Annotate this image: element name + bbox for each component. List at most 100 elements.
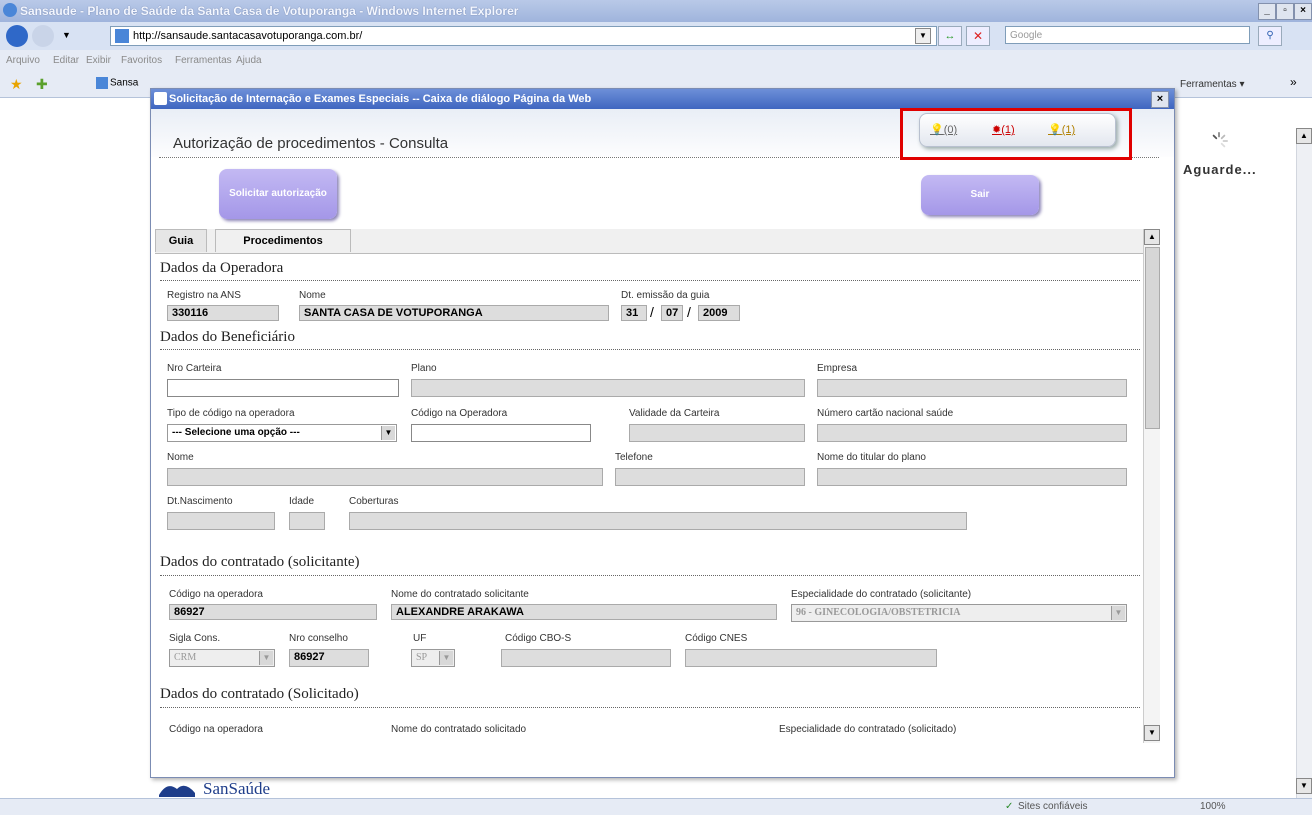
form-scrollbar[interactable]: ▲ ▼ [1143, 229, 1160, 743]
chevron-down-icon: ▼ [439, 651, 453, 665]
maximize-button[interactable]: ▫ [1276, 3, 1294, 20]
nome-operadora-field[interactable]: SANTA CASA DE VOTUPORANGA [299, 305, 609, 321]
codigo-solicitante-field[interactable]: 86927 [169, 604, 377, 620]
divider [160, 707, 1140, 708]
coberturas-label: Coberturas [349, 496, 399, 507]
menu-arquivo[interactable]: Arquivo [6, 55, 40, 66]
status-bar: ✓ Sites confiáveis 100% [0, 798, 1312, 815]
history-dropdown-icon[interactable]: ▼ [62, 30, 71, 40]
registro-label: Registro na ANS [167, 290, 241, 301]
empresa-field[interactable] [817, 379, 1127, 397]
page-icon [96, 77, 108, 89]
zoom-level[interactable]: 100% [1200, 801, 1226, 812]
chevron-right-icon[interactable]: » [1290, 75, 1297, 89]
menu-favoritos[interactable]: Favoritos [121, 55, 162, 66]
menu-ajuda[interactable]: Ajuda [236, 55, 262, 66]
nascimento-label: Dt.Nascimento [167, 496, 233, 507]
telefone-field[interactable] [615, 468, 805, 486]
menu-ferramentas[interactable]: Ferramentas [175, 55, 232, 66]
page-icon [115, 29, 129, 43]
tipo-codigo-label: Tipo de código na operadora [167, 408, 295, 419]
stop-icon[interactable]: ✕ [966, 26, 990, 46]
menu-editar[interactable]: Editar [53, 55, 79, 66]
tab-guia[interactable]: Guia [155, 229, 207, 252]
form-panel: Dados da Operadora Registro na ANS 33011… [155, 254, 1143, 744]
page-icon [154, 92, 167, 105]
ie-logo-icon [3, 3, 17, 17]
forward-button[interactable] [32, 25, 54, 47]
section-operadora: Dados da Operadora [160, 260, 284, 276]
scroll-down-icon[interactable]: ▼ [1296, 778, 1312, 794]
validade-label: Validade da Carteira [629, 408, 720, 419]
scroll-thumb[interactable] [1145, 247, 1160, 429]
waiting-text: Aguarde... [1183, 162, 1257, 177]
sigla-select[interactable]: CRM ▼ [169, 649, 275, 667]
search-input[interactable]: Google [1005, 26, 1250, 44]
codigo-operadora-field[interactable] [411, 424, 591, 442]
sigla-label: Sigla Cons. [169, 633, 221, 644]
cartao-field[interactable] [817, 424, 1127, 442]
exit-button[interactable]: Sair [921, 175, 1039, 215]
cbo-field[interactable] [501, 649, 671, 667]
chevron-down-icon: ▼ [1111, 606, 1125, 620]
refresh-icon[interactable]: ↔ [938, 26, 962, 46]
trusted-sites-label: Sites confiáveis [1018, 801, 1088, 812]
menu-exibir[interactable]: Exibir [86, 55, 111, 66]
address-bar[interactable]: http://sansaude.santacasavotuporanga.com… [110, 26, 937, 46]
scroll-up-icon[interactable]: ▲ [1144, 229, 1160, 245]
telefone-label: Telefone [615, 452, 653, 463]
trusted-check-icon: ✓ [1005, 801, 1014, 812]
close-button[interactable]: × [1294, 3, 1312, 20]
request-authorization-button[interactable]: Solicitar autorização [219, 169, 337, 219]
uf-select[interactable]: SP ▼ [411, 649, 455, 667]
search-icon[interactable]: ⚲ [1258, 26, 1282, 46]
add-favorites-icon[interactable]: ✚ [36, 76, 48, 93]
page-scrollbar[interactable] [1296, 128, 1312, 798]
especialidade-solicitante-label: Especialidade do contratado (solicitante… [791, 589, 972, 600]
emissao-month-field[interactable]: 07 [661, 305, 683, 321]
divider [160, 280, 1140, 281]
highlight-box [900, 108, 1132, 160]
scroll-down-icon[interactable]: ▼ [1144, 725, 1160, 741]
nome-solicitante-label: Nome do contratado solicitante [391, 589, 529, 600]
carteira-label: Nro Carteira [167, 363, 222, 374]
tab-procedimentos[interactable]: Procedimentos [215, 229, 351, 252]
especialidade-solicitante-select[interactable]: 96 - GINECOLOGIA/OBSTETRICIA ▼ [791, 604, 1127, 622]
favorites-star-icon[interactable]: ★ [10, 76, 23, 93]
nome-solicitante-field[interactable]: ALEXANDRE ARAKAWA [391, 604, 777, 620]
section-solicitante: Dados do contratado (solicitante) [160, 554, 360, 570]
cnes-field[interactable] [685, 649, 937, 667]
scroll-up-icon[interactable]: ▲ [1296, 128, 1312, 144]
sansaude-logo-icon [159, 785, 195, 797]
fav-tab[interactable]: Sansa [96, 77, 138, 89]
page-title: Autorização de procedimentos - Consulta [173, 135, 449, 152]
validade-field[interactable] [629, 424, 805, 442]
browser-titlebar: Sansaude - Plano de Saúde da Santa Casa … [0, 0, 1312, 22]
plano-label: Plano [411, 363, 437, 374]
dialog-close-button[interactable]: × [1151, 91, 1169, 108]
titular-field[interactable] [817, 468, 1127, 486]
plano-field[interactable] [411, 379, 805, 397]
emissao-day-field[interactable]: 31 [621, 305, 647, 321]
carteira-field[interactable] [167, 379, 399, 397]
conselho-field[interactable]: 86927 [289, 649, 369, 667]
tools-menu[interactable]: Ferramentas ▾ [1180, 79, 1245, 90]
tipo-codigo-select[interactable]: --- Selecione uma opção --- ▼ [167, 424, 397, 442]
nascimento-field[interactable] [167, 512, 275, 530]
browser-title: Sansaude - Plano de Saúde da Santa Casa … [20, 4, 519, 18]
address-row: ▼ http://sansaude.santacasavotuporanga.c… [0, 22, 1312, 50]
nome-beneficiario-field[interactable] [167, 468, 603, 486]
coberturas-field[interactable] [349, 512, 967, 530]
minimize-button[interactable]: _ [1258, 3, 1276, 20]
titular-label: Nome do titular do plano [817, 452, 926, 463]
registro-field[interactable]: 330116 [167, 305, 279, 321]
conselho-label: Nro conselho [289, 633, 348, 644]
emissao-year-field[interactable]: 2009 [698, 305, 740, 321]
codigo-solicitado-label: Código na operadora [169, 724, 263, 735]
address-url: http://sansaude.santacasavotuporanga.com… [133, 30, 363, 42]
idade-field[interactable] [289, 512, 325, 530]
section-solicitado: Dados do contratado (Solicitado) [160, 686, 359, 702]
codigo-operadora-label: Código na Operadora [411, 408, 508, 419]
back-button[interactable] [6, 25, 28, 47]
address-dropdown-icon[interactable]: ▼ [915, 28, 931, 44]
